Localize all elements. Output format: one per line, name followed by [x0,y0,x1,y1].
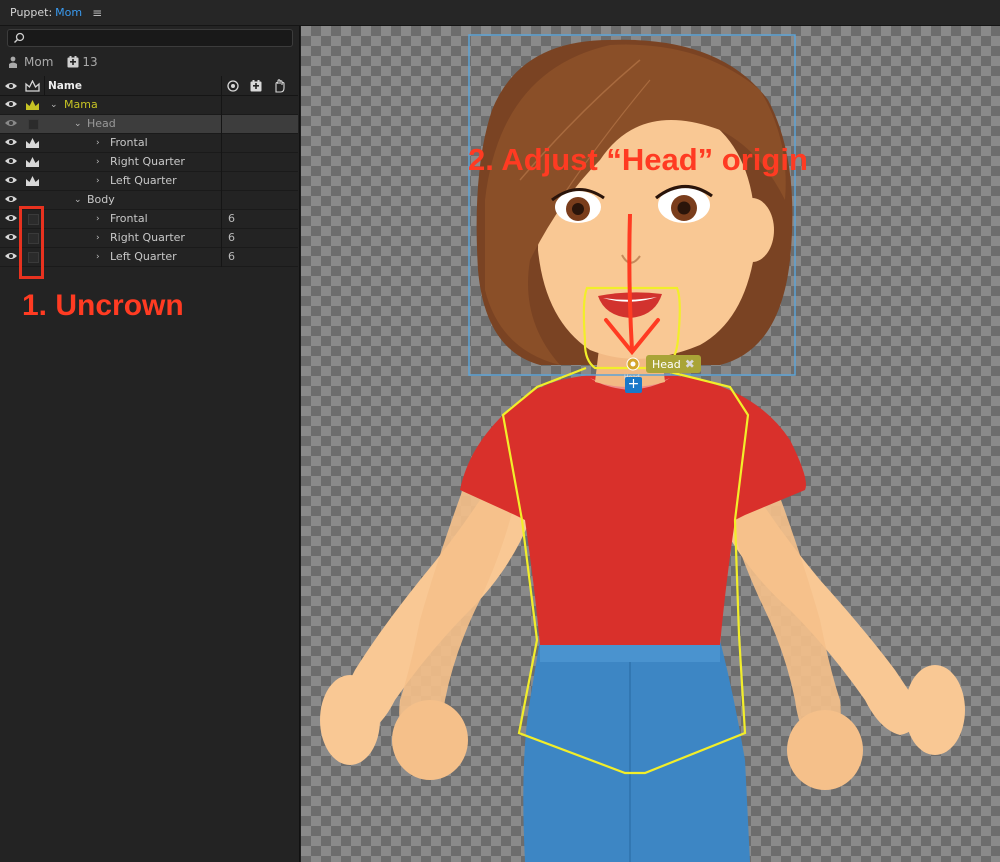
add-handle-button[interactable]: + [625,377,642,393]
crown-column-icon[interactable] [25,76,40,96]
head-origin-tag[interactable]: Head ✖ [646,355,701,373]
layer-label: Body [87,193,115,206]
visibility-eye-icon[interactable] [4,118,18,131]
puppet-panel: Puppet: Mom ≡ Mom 13 Name ⌄ Mama ⌄ Head … [0,0,300,862]
right-hand-alt [787,710,863,790]
crown-toggle-empty[interactable] [28,119,39,130]
origin-column-icon[interactable] [226,76,239,96]
close-icon[interactable]: ✖ [685,357,695,371]
chevron-right-icon[interactable]: › [96,138,104,148]
name-column-header[interactable]: Name [48,76,82,96]
head-tag-label: Head [652,357,681,371]
handles-column-icon[interactable] [249,76,262,96]
visibility-eye-icon[interactable] [4,232,18,245]
layer-row-body-frontal[interactable]: › Frontal 6 [0,210,298,229]
search-icon [14,32,25,43]
chevron-right-icon[interactable]: › [96,252,104,262]
left-hand [320,675,380,765]
layer-row-head-right-quarter[interactable]: › Right Quarter [0,153,298,172]
layer-row-mama[interactable]: ⌄ Mama [0,96,298,115]
crown-icon-active[interactable] [25,99,40,114]
left-hand-alt [392,700,468,780]
layer-handle-count: 6 [228,250,235,263]
search-input[interactable] [7,29,293,47]
annotation-step-1: 1. Uncrown [22,289,184,322]
crown-icon[interactable] [25,175,40,190]
chevron-down-icon[interactable]: ⌄ [74,119,82,129]
layer-label: Right Quarter [110,155,185,168]
layer-label: Frontal [110,136,148,149]
canvas-top-bar [300,0,1000,26]
item-count: 13 [82,55,98,69]
chevron-right-icon[interactable]: › [96,233,104,243]
right-hand [905,665,965,755]
layer-handle-count: 6 [228,212,235,225]
hamburger-icon[interactable]: ≡ [92,6,102,20]
layer-row-body-left-quarter[interactable]: › Left Quarter 6 [0,248,298,267]
origin-handle-icon[interactable] [626,357,640,371]
chevron-right-icon[interactable]: › [96,176,104,186]
puppet-name: Mom [24,55,54,69]
annotation-step-2: 2. Adjust “Head” origin [468,142,808,177]
layer-label: Mama [64,98,98,111]
layer-label: Left Quarter [110,174,177,187]
layer-row-head-frontal[interactable]: › Frontal [0,134,298,153]
layer-label: Left Quarter [110,250,177,263]
panel-title-prefix: Puppet: [10,6,53,19]
visibility-eye-icon[interactable] [4,213,18,226]
visibility-eye-icon[interactable] [4,99,18,112]
visibility-column-eye-icon[interactable] [4,76,18,96]
uncrown-highlight-box [19,206,44,279]
chevron-down-icon[interactable]: ⌄ [74,195,82,205]
panel-title-bar: Puppet: Mom ≡ [0,0,300,26]
layer-row-body[interactable]: ⌄ Body [0,191,298,210]
layer-label: Right Quarter [110,231,185,244]
visibility-eye-icon[interactable] [4,194,18,207]
visibility-eye-icon[interactable] [4,251,18,264]
layers-count-icon [67,56,79,68]
puppet-info: Mom 13 [8,54,98,70]
puppet-icon [9,56,17,68]
layer-table-header: Name [0,76,298,96]
hand-column-icon[interactable] [272,76,286,96]
layer-row-head[interactable]: ⌄ Head [0,115,298,134]
visibility-eye-icon[interactable] [4,137,18,150]
chevron-down-icon[interactable]: ⌄ [50,100,58,110]
layer-row-body-right-quarter[interactable]: › Right Quarter 6 [0,229,298,248]
crown-icon[interactable] [25,156,40,171]
panel-title-puppet-name: Mom [55,6,83,19]
layer-row-head-left-quarter[interactable]: › Left Quarter [0,172,298,191]
layer-label: Head [87,117,116,130]
layer-label: Frontal [110,212,148,225]
crown-icon[interactable] [25,137,40,152]
jeans [523,640,750,862]
shirt [460,372,806,645]
layer-handle-count: 6 [228,231,235,244]
ear [730,198,774,262]
visibility-eye-icon[interactable] [4,175,18,188]
chevron-right-icon[interactable]: › [96,214,104,224]
visibility-eye-icon[interactable] [4,156,18,169]
chevron-right-icon[interactable]: › [96,157,104,167]
